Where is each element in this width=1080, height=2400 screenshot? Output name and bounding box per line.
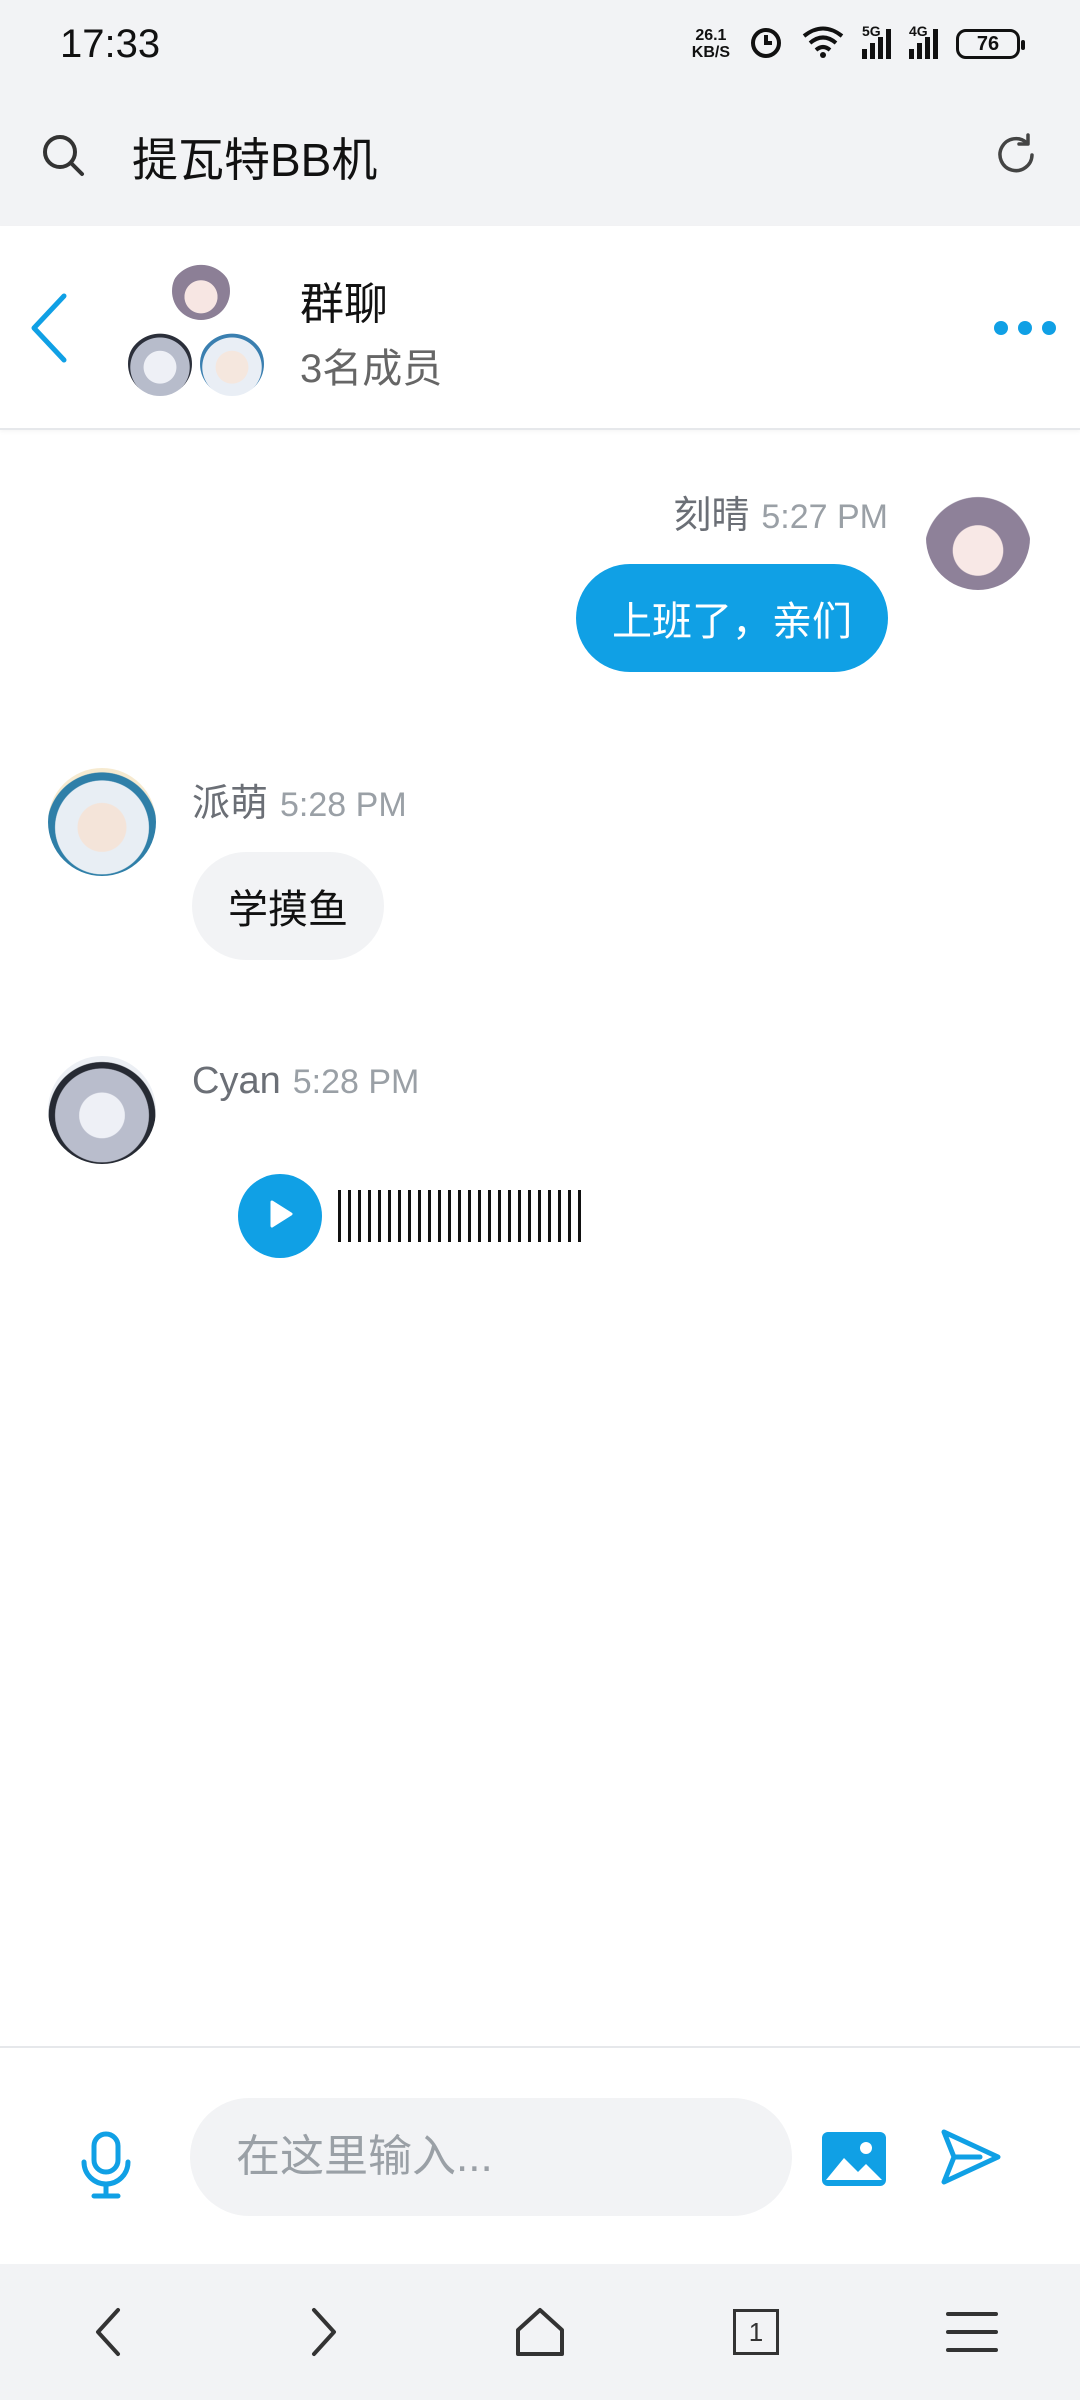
image-icon[interactable]	[820, 2130, 888, 2188]
chat-title: 群聊	[300, 280, 388, 329]
back-arrow-icon[interactable]	[24, 288, 74, 368]
home-icon[interactable]	[505, 2297, 575, 2367]
browser-address-bar[interactable]: 提瓦特BB机	[0, 88, 1080, 226]
microphone-icon[interactable]	[76, 2130, 136, 2200]
message-input-bar	[0, 2046, 1080, 2264]
tabs-button[interactable]: 1	[721, 2297, 791, 2367]
signal-4g-label: 4G	[909, 23, 928, 39]
battery-level: 76	[976, 32, 1000, 55]
message-time: 5:28 PM	[280, 786, 407, 824]
message-time: 5:28 PM	[292, 1063, 420, 1101]
play-button[interactable]	[238, 1174, 322, 1258]
avatar[interactable]	[48, 1056, 156, 1164]
send-icon[interactable]	[940, 2126, 1002, 2188]
message-meta: 刻晴 5:27 PM	[673, 484, 888, 539]
message-text: 上班了，亲们	[612, 600, 852, 644]
avatar[interactable]	[48, 768, 156, 876]
sender-name: 刻晴	[673, 495, 750, 537]
message-bubble[interactable]: 学摸鱼	[192, 852, 384, 960]
message-time: 5:27 PM	[761, 498, 888, 536]
message-meta: 派萌 5:28 PM	[192, 772, 407, 827]
refresh-icon[interactable]	[992, 131, 1040, 184]
avatar[interactable]	[926, 486, 1030, 590]
tab-count: 1	[733, 2309, 779, 2355]
signal-4g-icon: 4G	[909, 23, 938, 59]
signal-5g-label: 5G	[862, 23, 881, 39]
back-icon[interactable]	[73, 2297, 143, 2367]
avatar-paimon	[200, 332, 264, 396]
member-count: 3名成员	[300, 347, 443, 391]
network-speed-value: 26.1	[695, 27, 727, 44]
network-speed: 26.1 KB/S	[692, 27, 730, 61]
chat-header: 群聊 3名成员	[0, 226, 1080, 430]
message-meta: Cyan 5:28 PM	[192, 1060, 419, 1103]
voice-waveform	[338, 1190, 581, 1242]
forward-icon[interactable]	[289, 2297, 359, 2367]
message-text: 学摸鱼	[228, 888, 348, 932]
status-time: 17:33	[60, 21, 161, 66]
avatar-cyan	[128, 332, 192, 396]
voice-message[interactable]	[238, 1174, 581, 1258]
sender-name: 派萌	[192, 783, 269, 825]
alarm-icon	[748, 24, 784, 65]
group-avatar[interactable]	[128, 262, 268, 402]
status-bar: 17:33 26.1 KB/S 5G 4G 76	[0, 0, 1080, 88]
more-options-icon[interactable]	[994, 316, 1060, 340]
page-title[interactable]: 提瓦特BB机	[132, 124, 377, 190]
play-icon	[263, 1197, 297, 1236]
message-bubble[interactable]: 上班了，亲们	[576, 564, 888, 672]
sender-name: Cyan	[192, 1060, 281, 1102]
wifi-icon	[802, 25, 844, 64]
network-speed-unit: KB/S	[691, 44, 730, 61]
browser-nav-bar: 1	[0, 2264, 1080, 2400]
battery-indicator: 76	[956, 29, 1025, 59]
menu-icon[interactable]	[937, 2297, 1007, 2367]
avatar-keqing	[172, 262, 230, 320]
message-input[interactable]	[190, 2098, 792, 2216]
search-icon[interactable]	[40, 132, 86, 183]
signal-5g-icon: 5G	[862, 23, 891, 59]
status-icons: 26.1 KB/S 5G 4G 76	[692, 23, 1025, 65]
